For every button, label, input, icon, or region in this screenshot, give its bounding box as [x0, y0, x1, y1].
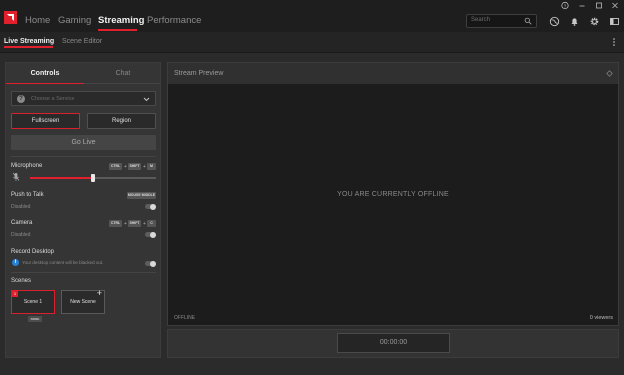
- nav-gaming[interactable]: Gaming: [58, 15, 91, 26]
- tab-active-indicator: [4, 46, 53, 48]
- minimize-icon[interactable]: [573, 0, 591, 11]
- scene-name: Scene 1: [23, 299, 43, 305]
- microphone-volume-fill: [30, 177, 93, 179]
- sidebar-toggle-icon[interactable]: [609, 16, 620, 27]
- popout-icon[interactable]: [606, 70, 613, 77]
- help-icon[interactable]: ?: [556, 0, 574, 11]
- hotkey-ctrl: CTRL: [109, 163, 122, 170]
- region-button[interactable]: Region: [87, 113, 156, 129]
- scene-hotkey-badge[interactable]: NONE: [28, 316, 42, 322]
- streaming-tab-bar: Live Streaming Scene Editor: [0, 32, 624, 53]
- panel-tab-controls[interactable]: Controls: [6, 70, 84, 77]
- bell-icon[interactable]: [569, 16, 580, 27]
- service-select[interactable]: ? Choose a Service: [11, 91, 156, 106]
- stream-timer: 00:00:00: [337, 333, 450, 353]
- divider: [11, 156, 156, 157]
- hotkey-plus: +: [143, 221, 146, 227]
- nav-streaming[interactable]: Streaming: [98, 15, 144, 26]
- record-desktop-info: Your desktop content will be blacked out…: [22, 260, 104, 265]
- microphone-volume-handle[interactable]: [91, 174, 95, 182]
- camera-label: Camera: [11, 220, 33, 226]
- search-icon[interactable]: [524, 17, 532, 25]
- panel-tab-indicator: [6, 83, 84, 84]
- hotkey-plus: +: [124, 221, 127, 227]
- camera-status: Disabled: [11, 232, 31, 238]
- record-desktop-toggle[interactable]: [145, 260, 156, 267]
- microphone-muted-icon[interactable]: [12, 172, 20, 182]
- hotkey-m: M: [147, 163, 156, 170]
- nav-home[interactable]: Home: [25, 15, 50, 26]
- gear-icon[interactable]: [589, 16, 600, 27]
- divider: [11, 272, 156, 273]
- camera-toggle[interactable]: [145, 231, 156, 238]
- hotkey-c: C: [147, 220, 156, 227]
- push-to-talk-key: MOUSE MIDDLE: [127, 192, 156, 199]
- search-box[interactable]: Search: [466, 14, 537, 28]
- panel-tab-chat[interactable]: Chat: [84, 70, 162, 77]
- scene-card[interactable]: 1 Scene 1: [11, 290, 55, 314]
- service-select-placeholder: Choose a Service: [31, 96, 75, 102]
- panel-tab-divider: [84, 83, 160, 84]
- svg-text:?: ?: [564, 3, 567, 8]
- offline-message: YOU ARE CURRENTLY OFFLINE: [337, 191, 449, 198]
- add-icon: +: [96, 288, 102, 298]
- viewer-count: 0 viewers: [589, 315, 613, 321]
- stream-preview-panel: Stream Preview YOU ARE CURRENTLY OFFLINE…: [167, 62, 619, 326]
- controls-panel: Controls Chat ? Choose a Service Fullscr…: [5, 62, 161, 358]
- more-options-icon[interactable]: [612, 37, 616, 47]
- stream-preview-title: Stream Preview: [174, 70, 224, 77]
- microphone-label: Microphone: [11, 163, 43, 169]
- stream-preview-header: Stream Preview: [168, 63, 618, 84]
- fullscreen-button[interactable]: Fullscreen: [11, 113, 80, 129]
- close-icon[interactable]: [606, 0, 624, 11]
- nav-active-indicator: [98, 29, 137, 31]
- tab-live-streaming[interactable]: Live Streaming: [4, 38, 54, 45]
- new-scene-label: New Scene: [70, 299, 96, 305]
- timer-bar: 00:00:00: [167, 329, 619, 358]
- hotkey-shift: SHIFT: [128, 220, 141, 227]
- hotkey-shift: SHIFT: [128, 163, 141, 170]
- record-desktop-label: Record Desktop: [11, 249, 55, 255]
- new-scene-button[interactable]: + New Scene: [61, 288, 105, 314]
- toggle-knob: [150, 260, 156, 267]
- go-live-button[interactable]: Go Live: [11, 135, 156, 150]
- search-input[interactable]: Search: [471, 17, 490, 23]
- hotkey-plus: +: [143, 164, 146, 170]
- question-icon: ?: [17, 95, 25, 103]
- toggle-knob: [150, 231, 156, 238]
- chevron-down-icon[interactable]: [143, 96, 150, 102]
- stream-status: OFFLINE: [174, 315, 196, 321]
- hotkey-ctrl: CTRL: [109, 220, 122, 227]
- info-icon: i: [12, 259, 19, 266]
- hotkey-plus: +: [124, 164, 127, 170]
- tab-scene-editor[interactable]: Scene Editor: [62, 38, 102, 45]
- push-to-talk-toggle[interactable]: [145, 203, 156, 210]
- microphone-volume-slider[interactable]: [30, 174, 156, 182]
- nav-performance[interactable]: Performance: [147, 15, 201, 26]
- toggle-knob: [150, 203, 156, 210]
- top-nav-bar: Home Gaming Streaming Performance ? Sear…: [0, 0, 624, 32]
- globe-icon[interactable]: [549, 16, 560, 27]
- scene-number: 1: [12, 291, 18, 297]
- scenes-label: Scenes: [11, 278, 32, 284]
- push-to-talk-label: Push to Talk: [11, 192, 44, 198]
- amd-logo-icon: [4, 11, 17, 24]
- push-to-talk-status: Disabled: [11, 204, 31, 210]
